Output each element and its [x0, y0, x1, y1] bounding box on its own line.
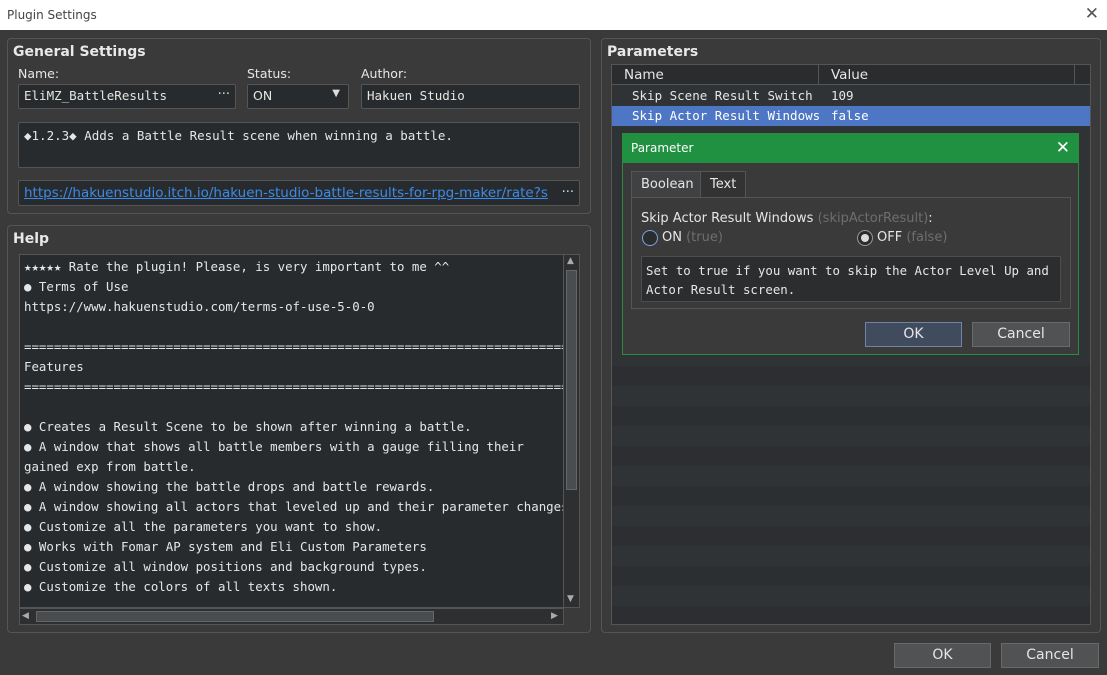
- radio-off[interactable]: [857, 230, 873, 246]
- status-label: Status:: [247, 66, 292, 81]
- param-display-name: Skip Actor Result Windows: [641, 211, 814, 226]
- scroll-up-arrow-icon[interactable]: ▲: [567, 256, 574, 266]
- parameter-dialog-titlebar: Parameter ✕: [623, 134, 1078, 163]
- description-field[interactable]: ◆1.2.3◆ Adds a Battle Result scene when …: [18, 122, 580, 168]
- help-line: ● A window showing the battle drops and …: [24, 479, 435, 494]
- radio-on[interactable]: [642, 230, 658, 246]
- help-line: gained exp from battle.: [24, 459, 196, 474]
- status-value: ON: [253, 88, 273, 103]
- help-line: https://www.hakuenstudio.com/terms-of-us…: [24, 299, 375, 314]
- help-line: ● A window that shows all battle members…: [24, 439, 524, 454]
- general-settings-title: General Settings: [13, 44, 146, 60]
- help-line: ● Customize the colors of all texts show…: [24, 579, 338, 594]
- dialog-ok-button[interactable]: OK: [865, 322, 962, 347]
- tab-boolean[interactable]: Boolean: [631, 171, 704, 198]
- help-line: ● Creates a Result Scene to be shown aft…: [24, 419, 472, 434]
- dialog-cancel-button[interactable]: Cancel: [972, 322, 1070, 347]
- help-line: ★★★★★ Rate the plugin! Please, is very i…: [24, 259, 450, 274]
- parameters-title: Parameters: [607, 44, 699, 60]
- author-field[interactable]: Hakuen Studio: [361, 84, 580, 109]
- help-line: ● A window showing all actors that level…: [24, 499, 566, 514]
- name-label: Name:: [18, 66, 60, 81]
- url-more-button[interactable]: ···: [561, 185, 574, 200]
- tab-text[interactable]: Text: [700, 171, 747, 198]
- param-label: Skip Actor Result Windows (skipActorResu…: [641, 211, 933, 226]
- scroll-right-arrow-icon[interactable]: ▶: [551, 611, 558, 621]
- help-line: ● Terms of Use: [24, 279, 129, 294]
- help-line: ● Works with Fomar AP system and Eli Cus…: [24, 539, 427, 554]
- help-horizontal-scroll-thumb[interactable]: [36, 611, 434, 622]
- param-name: Skip Actor Result Windows: [632, 108, 821, 123]
- radio-off-label: OFF (false): [877, 230, 948, 245]
- scroll-left-arrow-icon[interactable]: ◀: [22, 611, 29, 621]
- help-line: Features: [24, 359, 84, 374]
- status-dropdown[interactable]: ON ▼: [247, 84, 349, 109]
- help-line: ========================================…: [24, 339, 566, 354]
- table-row-selected[interactable]: Skip Actor Result Windows false: [612, 106, 1090, 126]
- parameter-dialog: Parameter ✕ Boolean Text Skip Actor Resu…: [622, 133, 1079, 355]
- plugin-url-link[interactable]: https://hakuenstudio.itch.io/hakuen-stud…: [24, 185, 548, 201]
- window-titlebar: Plugin Settings ✕: [0, 0, 1107, 30]
- param-name: Skip Scene Result Switch: [632, 88, 813, 103]
- help-line: ========================================…: [24, 379, 566, 394]
- parameters-table-header: Name Value: [612, 65, 1090, 85]
- author-label: Author:: [361, 66, 408, 81]
- radio-on-label: ON (true): [662, 230, 723, 245]
- column-header-value[interactable]: Value: [831, 67, 868, 83]
- help-title: Help: [13, 231, 50, 247]
- cancel-button[interactable]: Cancel: [1001, 643, 1099, 668]
- table-row[interactable]: Skip Scene Result Switch 109: [612, 86, 1090, 106]
- param-key: (skipActorResult): [817, 211, 929, 226]
- help-text-area[interactable]: ★★★★★ Rate the plugin! Please, is very i…: [19, 254, 566, 608]
- description-value: ◆1.2.3◆ Adds a Battle Result scene when …: [24, 128, 453, 143]
- param-description: Set to true if you want to skip the Acto…: [641, 256, 1061, 302]
- name-browse-button[interactable]: ···: [218, 87, 230, 102]
- help-horizontal-scrollbar[interactable]: ◀ ▶: [19, 608, 564, 625]
- help-vertical-scroll-thumb[interactable]: [566, 270, 577, 490]
- help-line: ● Customize all the parameters you want …: [24, 519, 383, 534]
- ok-button[interactable]: OK: [894, 643, 991, 668]
- help-vertical-scrollbar[interactable]: ▲ ▼: [563, 254, 580, 608]
- chevron-down-icon: ▼: [332, 88, 340, 99]
- param-colon: :: [928, 211, 933, 226]
- author-value: Hakuen Studio: [367, 88, 465, 103]
- param-value: 109: [831, 88, 854, 103]
- help-line: ● Customize all window positions and bac…: [24, 559, 427, 574]
- name-value: EliMZ_BattleResults: [24, 88, 167, 103]
- param-value: false: [831, 108, 869, 123]
- dialog-close-icon[interactable]: ✕: [1056, 138, 1070, 158]
- parameter-dialog-title: Parameter: [631, 141, 694, 155]
- column-header-name[interactable]: Name: [624, 67, 664, 83]
- window-close-icon[interactable]: ✕: [1085, 4, 1099, 24]
- name-field[interactable]: EliMZ_BattleResults ···: [18, 84, 236, 109]
- window-title: Plugin Settings: [7, 8, 97, 22]
- url-field[interactable]: https://hakuenstudio.itch.io/hakuen-stud…: [18, 180, 580, 206]
- scroll-down-arrow-icon[interactable]: ▼: [567, 594, 574, 604]
